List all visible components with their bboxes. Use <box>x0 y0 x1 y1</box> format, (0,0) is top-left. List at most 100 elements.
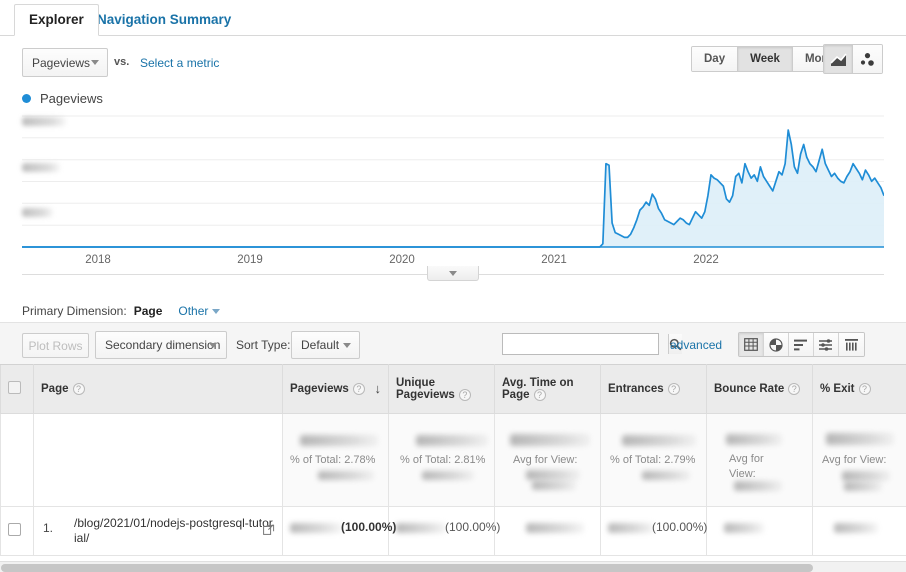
row-unique-pageviews-pct: (100.00%) <box>445 520 501 535</box>
primary-dimension-other-link[interactable]: Other <box>178 304 221 318</box>
legend-dot-icon <box>22 94 31 103</box>
column-header-entrances[interactable]: Entrances? <box>600 363 707 415</box>
row-page-path[interactable]: /blog/2021/01/nodejs-postgresql-tutorial… <box>74 516 273 545</box>
secondary-dimension-dropdown[interactable]: Secondary dimension <box>95 331 227 359</box>
column-header-bounce-rate[interactable]: Bounce Rate? <box>706 363 813 415</box>
help-icon[interactable]: ? <box>533 389 546 401</box>
pivot-view-icon[interactable] <box>839 333 864 356</box>
sort-type-value: Default <box>301 338 340 352</box>
redacted-value <box>726 434 782 446</box>
row-pageviews-cell: (100.00%) <box>282 506 396 557</box>
redacted-value <box>422 471 474 481</box>
redacted-value <box>526 523 584 534</box>
primary-dimension-value[interactable]: Page <box>134 304 163 318</box>
x-tick-label: 2020 <box>389 254 415 266</box>
redacted-value <box>318 471 374 481</box>
column-header-page-label: Page <box>41 383 69 396</box>
summary-pct-exit-note: Avg for View: <box>822 454 887 467</box>
redacted-value <box>834 523 878 534</box>
motion-chart-icon[interactable] <box>853 45 882 73</box>
performance-view-glyph <box>794 339 807 350</box>
granularity-week[interactable]: Week <box>738 47 793 71</box>
redacted-value <box>416 435 488 447</box>
sort-type-dropdown[interactable]: Default <box>291 331 360 359</box>
redacted-value <box>844 482 882 492</box>
column-header-entrances-label: Entrances <box>608 383 664 396</box>
summary-entrances-note: % of Total: 2.79% <box>610 454 696 467</box>
summary-pct-exit-cell: Avg for View: <box>812 413 906 508</box>
redacted-value <box>526 470 580 481</box>
scrollbar-thumb[interactable] <box>1 564 813 572</box>
select-all-checkbox[interactable] <box>8 381 21 395</box>
comparison-view-glyph <box>819 338 832 351</box>
y-tick-label-redacted <box>22 163 60 172</box>
sort-descending-icon[interactable]: ↓ <box>375 382 382 395</box>
summary-bounce-rate-cell: Avg for View: <box>706 413 813 508</box>
legend-series-label: Pageviews <box>40 91 103 106</box>
table-view-icon[interactable] <box>739 333 764 356</box>
chevron-down-icon <box>209 342 217 348</box>
table-row[interactable]: 1. /blog/2021/01/nodejs-postgresql-tutor… <box>0 506 906 557</box>
report-tabbar: Explorer Navigation Summary <box>0 0 906 36</box>
table-header-row: Page? ↓ Pageviews? Unique Pageviews? Avg… <box>0 363 906 415</box>
row-checkbox[interactable] <box>8 523 21 537</box>
select-a-metric-link[interactable]: Select a metric <box>140 56 219 70</box>
pie-view-glyph <box>769 337 783 352</box>
pie-view-icon[interactable] <box>764 333 789 356</box>
comparison-view-icon[interactable] <box>814 333 839 356</box>
column-header-pageviews[interactable]: ↓ Pageviews? <box>282 363 389 415</box>
help-icon[interactable]: ? <box>352 383 365 395</box>
help-icon[interactable]: ? <box>667 383 680 395</box>
help-icon[interactable]: ? <box>858 383 871 395</box>
chart-type-toggle <box>823 44 883 74</box>
external-link-glyph <box>263 524 275 535</box>
summary-bounce-rate-note: Avg for View: <box>729 453 764 481</box>
line-chart-icon[interactable] <box>824 45 853 73</box>
redacted-value <box>842 471 890 482</box>
table-horizontal-scrollbar[interactable] <box>0 561 906 572</box>
chevron-down-icon <box>212 309 221 315</box>
line-chart-glyph <box>829 52 847 66</box>
column-header-avg-time-on-page[interactable]: Avg. Time on Page? <box>494 363 601 415</box>
primary-metric-dropdown[interactable]: Pageviews <box>22 48 108 77</box>
chart-collapse-handle[interactable] <box>427 266 479 281</box>
column-header-page[interactable]: Page? <box>33 363 283 415</box>
redacted-value <box>724 523 764 534</box>
plot-rows-button[interactable]: Plot Rows <box>22 333 89 358</box>
help-icon[interactable]: ? <box>788 383 801 395</box>
motion-chart-glyph <box>860 52 874 66</box>
column-header-pageviews-label: Pageviews <box>290 383 349 396</box>
summary-avg-time-note: Avg for View: <box>513 454 578 467</box>
y-tick-label-redacted <box>22 117 66 126</box>
help-icon[interactable]: ? <box>458 389 471 401</box>
granularity-day[interactable]: Day <box>692 47 739 71</box>
pivot-view-glyph <box>844 338 858 351</box>
analytics-behavior-report: Explorer Navigation Summary Pageviews vs… <box>0 0 906 572</box>
help-icon[interactable]: ? <box>72 383 85 395</box>
tab-explorer[interactable]: Explorer <box>14 4 99 36</box>
open-page-external-icon[interactable] <box>263 523 275 538</box>
redacted-value <box>300 435 378 447</box>
row-unique-pageviews-cell: (100.00%) <box>388 506 500 557</box>
x-tick-label: 2022 <box>693 254 719 266</box>
column-header-unique-pageviews[interactable]: Unique Pageviews? <box>388 363 495 415</box>
advanced-search-link[interactable]: advanced <box>670 338 722 352</box>
pageviews-chart[interactable] <box>22 112 884 252</box>
tab-navigation-summary[interactable]: Navigation Summary <box>82 4 246 36</box>
summary-entrances-cell: % of Total: 2.79% <box>600 413 707 508</box>
chevron-down-icon <box>449 270 457 276</box>
summary-avg-time-cell: Avg for View: <box>494 413 601 508</box>
primary-metric-label: Pageviews <box>32 55 91 70</box>
summary-pageviews-cell: % of Total: 2.78% <box>282 413 389 508</box>
column-header-pct-exit[interactable]: % Exit? <box>812 363 906 415</box>
redacted-value <box>532 481 576 491</box>
performance-view-icon[interactable] <box>789 333 814 356</box>
redacted-value <box>396 523 446 534</box>
row-pageviews-pct: (100.00%) <box>341 520 397 535</box>
primary-dimension-label: Primary Dimension: <box>22 304 127 318</box>
chevron-down-icon <box>91 60 99 65</box>
secondary-dimension-label: Secondary dimension <box>105 338 221 352</box>
summary-unique-pageviews-note: % of Total: 2.81% <box>400 454 486 467</box>
row-avg-time-cell <box>494 506 601 557</box>
search-input[interactable] <box>503 334 668 354</box>
